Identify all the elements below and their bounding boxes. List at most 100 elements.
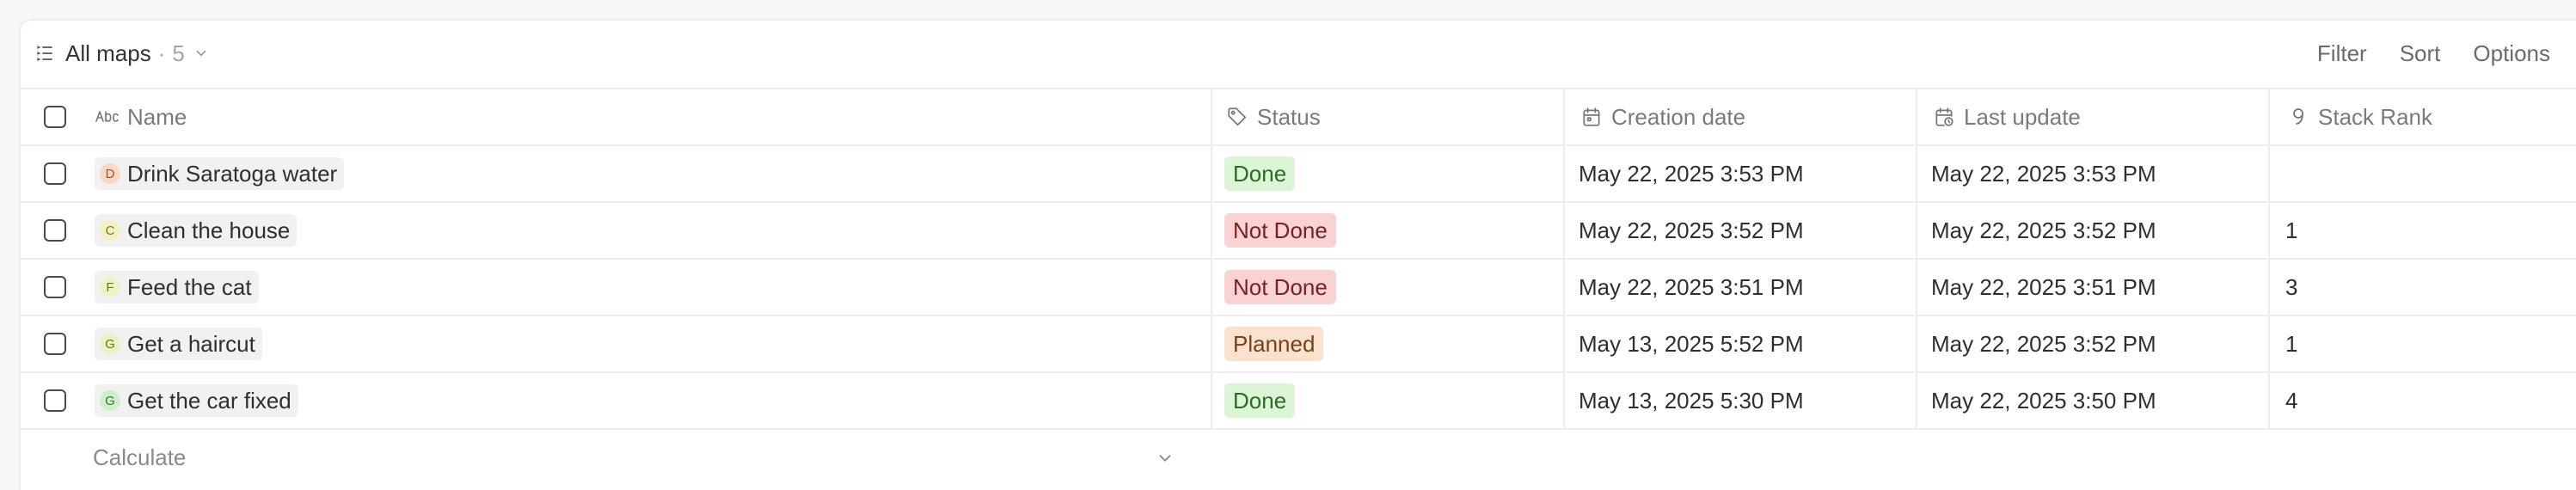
calendar-clock-icon xyxy=(1931,104,1957,130)
sort-button[interactable]: Sort xyxy=(2400,40,2441,67)
column-header-status[interactable]: Status xyxy=(1212,89,1565,144)
avatar: C xyxy=(100,220,120,241)
column-header-creation-date[interactable]: Creation date xyxy=(1565,89,1917,144)
number-icon xyxy=(2285,104,2311,130)
record-name: Feed the cat xyxy=(127,273,252,300)
chevron-down-icon[interactable] xyxy=(193,45,211,62)
view-count: 5 xyxy=(172,40,185,66)
name-cell[interactable]: G Get a haircut xyxy=(89,316,1212,371)
record-name: Drink Saratoga water xyxy=(127,160,338,187)
stack-rank-cell[interactable]: 1 xyxy=(2270,316,2576,371)
calculate-button[interactable]: Calculate xyxy=(93,430,186,485)
view-switcher[interactable]: All maps · 5 xyxy=(33,38,211,69)
last-update-value: May 22, 2025 3:53 PM xyxy=(1931,160,2156,187)
record-chip[interactable]: G Get the car fixed xyxy=(95,384,298,417)
avatar: F xyxy=(100,277,120,297)
last-update-value: May 22, 2025 3:50 PM xyxy=(1931,387,2156,413)
row-checkbox-cell xyxy=(21,203,89,258)
row-checkbox[interactable] xyxy=(44,333,66,355)
status-tag[interactable]: Done xyxy=(1224,156,1296,191)
status-tag[interactable]: Not Done xyxy=(1224,213,1336,248)
last-update-cell[interactable]: May 22, 2025 3:50 PM xyxy=(1917,373,2270,428)
table-body: D Drink Saratoga water Done May 22, 2025… xyxy=(21,146,2576,430)
name-cell[interactable]: C Clean the house xyxy=(89,203,1212,258)
view-separator: · xyxy=(157,40,166,66)
column-header-name[interactable]: Name xyxy=(89,89,1212,144)
table-row[interactable]: G Get the car fixed Done May 13, 2025 5:… xyxy=(21,373,2576,430)
last-update-value: May 22, 2025 3:52 PM xyxy=(1931,217,2156,243)
creation-date-cell[interactable]: May 13, 2025 5:30 PM xyxy=(1565,373,1917,428)
stack-rank-value: 3 xyxy=(2285,273,2298,300)
stack-rank-cell[interactable]: 4 xyxy=(2270,373,2576,428)
column-label-status: Status xyxy=(1257,103,1321,130)
table-row[interactable]: D Drink Saratoga water Done May 22, 2025… xyxy=(21,146,2576,203)
record-name: Clean the house xyxy=(127,217,291,243)
last-update-cell[interactable]: May 22, 2025 3:53 PM xyxy=(1917,146,2270,201)
status-tag[interactable]: Not Done xyxy=(1224,270,1336,304)
view-toolbar: All maps · 5 Filter Sort Options xyxy=(21,21,2576,89)
avatar: G xyxy=(100,334,120,354)
row-checkbox[interactable] xyxy=(44,162,66,185)
status-tag[interactable]: Planned xyxy=(1224,327,1324,361)
record-chip[interactable]: C Clean the house xyxy=(95,214,297,247)
column-label-creation-date: Creation date xyxy=(1611,103,1746,130)
toolbar-actions: Filter Sort Options xyxy=(2285,38,2576,69)
column-label-name: Name xyxy=(127,103,187,130)
filter-button[interactable]: Filter xyxy=(2317,40,2367,67)
column-header-stack-rank[interactable]: Stack Rank xyxy=(2270,89,2576,144)
avatar: D xyxy=(100,163,120,184)
record-chip[interactable]: G Get a haircut xyxy=(95,328,262,360)
record-chip[interactable]: F Feed the cat xyxy=(95,271,259,303)
row-checkbox-cell xyxy=(21,146,89,201)
creation-date-value: May 22, 2025 3:51 PM xyxy=(1579,273,1804,300)
table-row[interactable]: F Feed the cat Not Done May 22, 2025 3:5… xyxy=(21,260,2576,316)
row-checkbox[interactable] xyxy=(44,276,66,298)
creation-date-value: May 22, 2025 3:53 PM xyxy=(1579,160,1804,187)
stack-rank-value: 1 xyxy=(2285,330,2298,357)
row-checkbox-cell xyxy=(21,260,89,315)
creation-date-value: May 22, 2025 3:52 PM xyxy=(1579,217,1804,243)
status-cell[interactable]: Not Done xyxy=(1212,260,1565,315)
select-all-checkbox[interactable] xyxy=(44,106,66,128)
creation-date-cell[interactable]: May 22, 2025 3:51 PM xyxy=(1565,260,1917,315)
tag-icon xyxy=(1224,104,1250,130)
column-header-last-update[interactable]: Last update xyxy=(1917,89,2270,144)
creation-date-value: May 13, 2025 5:30 PM xyxy=(1579,387,1804,413)
row-checkbox-cell xyxy=(21,373,89,428)
last-update-cell[interactable]: May 22, 2025 3:52 PM xyxy=(1917,203,2270,258)
last-update-cell[interactable]: May 22, 2025 3:52 PM xyxy=(1917,316,2270,371)
list-icon xyxy=(33,41,57,65)
table-row[interactable]: C Clean the house Not Done May 22, 2025 … xyxy=(21,203,2576,260)
name-cell[interactable]: G Get the car fixed xyxy=(89,373,1212,428)
stack-rank-cell[interactable] xyxy=(2270,146,2576,201)
text-abc-icon xyxy=(95,104,120,130)
table-footer-row: Calculate xyxy=(21,430,2576,485)
creation-date-cell[interactable]: May 22, 2025 3:52 PM xyxy=(1565,203,1917,258)
creation-date-value: May 13, 2025 5:52 PM xyxy=(1579,330,1804,357)
last-update-cell[interactable]: May 22, 2025 3:51 PM xyxy=(1917,260,2270,315)
stack-rank-cell[interactable]: 3 xyxy=(2270,260,2576,315)
row-checkbox[interactable] xyxy=(44,219,66,242)
chevron-down-icon[interactable] xyxy=(1156,449,1175,468)
stack-rank-value: 1 xyxy=(2285,217,2298,243)
status-tag[interactable]: Done xyxy=(1224,383,1296,418)
stack-rank-cell[interactable]: 1 xyxy=(2270,203,2576,258)
calendar-icon xyxy=(1579,104,1604,130)
status-cell[interactable]: Not Done xyxy=(1212,203,1565,258)
status-cell[interactable]: Done xyxy=(1212,146,1565,201)
row-checkbox[interactable] xyxy=(44,389,66,412)
record-name: Get the car fixed xyxy=(127,387,291,413)
record-chip[interactable]: D Drink Saratoga water xyxy=(95,157,345,190)
column-label-stack-rank: Stack Rank xyxy=(2318,103,2432,130)
table-row[interactable]: G Get a haircut Planned May 13, 2025 5:5… xyxy=(21,316,2576,373)
name-cell[interactable]: D Drink Saratoga water xyxy=(89,146,1212,201)
avatar: G xyxy=(100,390,120,411)
status-cell[interactable]: Done xyxy=(1212,373,1565,428)
row-checkbox-cell xyxy=(21,316,89,371)
creation-date-cell[interactable]: May 22, 2025 3:53 PM xyxy=(1565,146,1917,201)
header-checkbox-cell xyxy=(21,89,89,144)
creation-date-cell[interactable]: May 13, 2025 5:52 PM xyxy=(1565,316,1917,371)
status-cell[interactable]: Planned xyxy=(1212,316,1565,371)
name-cell[interactable]: F Feed the cat xyxy=(89,260,1212,315)
options-button[interactable]: Options xyxy=(2473,40,2550,67)
